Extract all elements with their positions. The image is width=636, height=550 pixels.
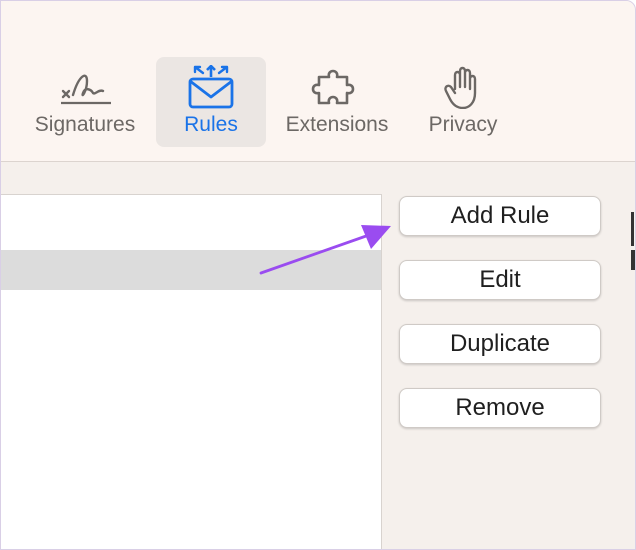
tab-signatures-label: Signatures [34, 113, 136, 136]
hand-icon [444, 66, 477, 109]
remove-button[interactable]: Remove [399, 388, 601, 428]
duplicate-button[interactable]: Duplicate [399, 324, 601, 364]
signature-icon [61, 74, 111, 105]
add-rule-button[interactable]: Add Rule [399, 196, 601, 236]
tab-privacy[interactable]: Privacy [413, 57, 513, 147]
annotation-arrow-icon [259, 225, 391, 275]
tab-extensions[interactable]: Extensions [273, 57, 401, 147]
cropped-edge-mark [631, 212, 634, 246]
tab-rules[interactable]: Rules [156, 57, 266, 147]
tab-signatures[interactable]: Signatures [21, 57, 149, 147]
settings-toolbar: Signatures Rules Extensions Privacy [1, 1, 635, 162]
tab-rules-label: Rules [184, 113, 238, 136]
mail-settings-window: Signatures Rules Extensions Privacy Add … [0, 0, 636, 550]
tab-extensions-label: Extensions [285, 113, 389, 136]
tab-privacy-label: Privacy [428, 113, 498, 136]
envelope-rules-icon [188, 65, 234, 109]
cropped-edge-mark [631, 250, 635, 270]
puzzle-icon [311, 69, 355, 105]
edit-button[interactable]: Edit [399, 260, 601, 300]
